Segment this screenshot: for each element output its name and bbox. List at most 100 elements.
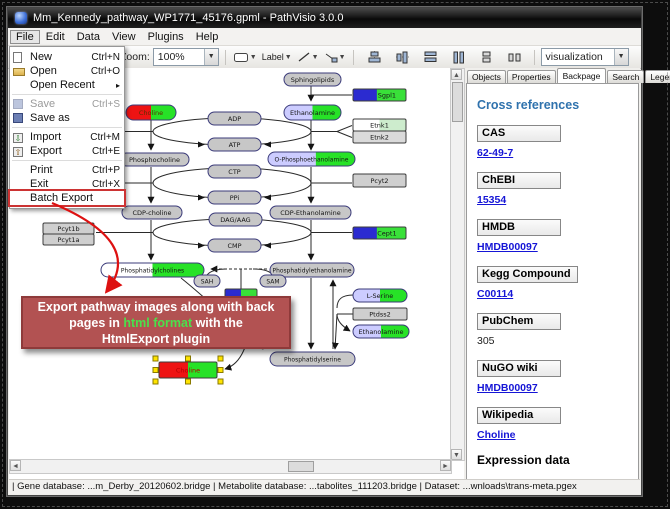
menu-icon-placeholder — [13, 165, 28, 176]
tab-objects[interactable]: Objects — [467, 70, 506, 83]
svg-text:Pcyt1b: Pcyt1b — [57, 225, 79, 233]
chevron-down-icon[interactable]: ▼ — [614, 49, 628, 65]
scroll-down-icon[interactable]: ▼ — [451, 449, 462, 460]
chevron-down-icon[interactable]: ▼ — [339, 54, 346, 61]
cross-reference-link[interactable]: 15354 — [477, 194, 628, 206]
tab-legend[interactable]: Legend — [645, 70, 670, 83]
scroll-right-icon[interactable]: ► — [440, 460, 451, 471]
menu-data[interactable]: Data — [71, 30, 106, 44]
backpage-section-pubchem: PubChem305 — [477, 311, 628, 347]
node-phosphocholine[interactable]: Phosphocholine — [120, 153, 189, 166]
cross-reference-link[interactable]: Choline — [477, 429, 628, 441]
node-phosphatidylcholines[interactable]: Phosphatidylcholines — [101, 263, 204, 277]
file-menu-item-import[interactable]: ⇩ImportCtrl+M — [10, 130, 124, 144]
node-choline-top[interactable]: Choline — [126, 105, 176, 120]
tab-properties[interactable]: Properties — [507, 70, 556, 83]
file-menu-item-exit[interactable]: ExitCtrl+X — [10, 177, 124, 191]
selection-handle[interactable] — [153, 379, 158, 384]
node-l-serine[interactable]: L-Serine — [353, 289, 407, 302]
node-sah[interactable]: SAH — [194, 275, 220, 287]
stack-vertical-button[interactable] — [478, 49, 495, 65]
svg-text:O-Phosphoethanolamine: O-Phosphoethanolamine — [275, 156, 349, 163]
cross-reference-link[interactable]: HMDB00097 — [477, 382, 628, 394]
selection-handle[interactable] — [186, 356, 191, 361]
file-menu-item-save-as[interactable]: Save as — [10, 111, 124, 125]
selection-handle[interactable] — [153, 356, 158, 361]
node-o-phosphoethanolamine[interactable]: O-Phosphoethanolamine — [268, 152, 355, 166]
node-adp[interactable]: ADP — [208, 112, 261, 125]
chevron-down-icon[interactable]: ▼ — [285, 54, 292, 61]
node-choline-selected[interactable]: Choline — [153, 356, 223, 384]
selection-handle[interactable] — [186, 379, 191, 384]
node-etnk2[interactable]: Etnk2 — [353, 131, 406, 143]
node-sgpl1[interactable]: Sgpl1 — [353, 89, 406, 101]
common-height-button[interactable] — [450, 49, 467, 65]
selection-handle[interactable] — [218, 379, 223, 384]
canvas-vertical-scrollbar[interactable]: ▲ ▼ — [450, 68, 465, 461]
node-atp[interactable]: ATP — [208, 138, 261, 151]
node-ethanolamine-bottom[interactable]: Ethanolamine — [353, 325, 409, 338]
selection-handle[interactable] — [218, 356, 223, 361]
scroll-up-icon[interactable]: ▲ — [451, 69, 462, 80]
menu-edit[interactable]: Edit — [40, 30, 71, 44]
menu-item-shortcut: Ctrl+P — [92, 165, 120, 176]
vertical-scroll-thumb[interactable] — [452, 82, 463, 122]
menu-plugins[interactable]: Plugins — [142, 30, 190, 44]
node-cdp-choline[interactable]: CDP-choline — [122, 206, 182, 219]
file-menu-item-print[interactable]: PrintCtrl+P — [10, 163, 124, 177]
node-pcyt1a[interactable]: Pcyt1a — [43, 234, 94, 245]
file-menu-item-save[interactable]: SaveCtrl+S — [10, 97, 124, 111]
node-etnk1[interactable]: Etnk1 — [353, 119, 406, 131]
selection-handle[interactable] — [218, 368, 223, 373]
align-vertical-center-button[interactable] — [394, 49, 411, 65]
node-cdp-ethanolamine[interactable]: CDP-Ethanolamine — [270, 206, 351, 219]
node-pcyt1b[interactable]: Pcyt1b — [43, 223, 94, 234]
node-pcyt2[interactable]: Pcyt2 — [353, 174, 406, 187]
zoom-select[interactable]: 100% ▼ — [153, 48, 219, 66]
common-width-button[interactable] — [422, 49, 439, 65]
file-menu-item-export[interactable]: ⇧ExportCtrl+E — [10, 144, 124, 158]
node-phosphatidylserine[interactable]: Phosphatidylserine — [270, 352, 355, 366]
tab-search[interactable]: Search — [607, 70, 644, 83]
node-sam[interactable]: SAM — [260, 275, 286, 287]
menu-help[interactable]: Help — [190, 30, 225, 44]
menu-view[interactable]: View — [106, 30, 142, 44]
node-ctp[interactable]: CTP — [208, 165, 261, 178]
svg-text:SAM: SAM — [266, 278, 279, 285]
menu-file[interactable]: File — [10, 30, 40, 44]
pathvisio-app-icon — [15, 12, 27, 24]
node-phosphatidylethanolamine[interactable]: Phosphatidylethanolamine — [270, 263, 354, 277]
title-bar[interactable]: Mm_Kennedy_pathway_WP1771_45176.gpml - P… — [8, 8, 641, 28]
file-menu-item-open-recent[interactable]: Open Recent▸ — [10, 78, 124, 92]
node-ptdss2[interactable]: Ptdss2 — [353, 308, 407, 320]
file-menu-item-new[interactable]: NewCtrl+N — [10, 50, 124, 64]
node-sphingolipids[interactable]: Sphingolipids — [284, 73, 341, 86]
cross-reference-link[interactable]: HMDB00097 — [477, 241, 628, 253]
visualization-select[interactable]: visualization ▼ — [541, 48, 629, 66]
chevron-down-icon[interactable]: ▼ — [250, 54, 257, 61]
file-menu-item-open[interactable]: OpenCtrl+O — [10, 64, 124, 78]
stack-horizontal-button[interactable] — [506, 49, 523, 65]
node-cept1[interactable]: Cept1 — [353, 227, 406, 239]
cross-reference-link[interactable]: C00114 — [477, 288, 628, 300]
chevron-down-icon[interactable]: ▼ — [312, 54, 319, 61]
canvas-horizontal-scrollbar[interactable]: ◄ ► — [9, 459, 452, 474]
node-ppi[interactable]: PPi — [208, 191, 261, 204]
tab-backpage[interactable]: Backpage — [557, 68, 607, 83]
node-dag-aag[interactable]: DAG/AAG — [209, 213, 262, 226]
new-line-button[interactable]: ▼ — [296, 50, 320, 64]
menu-item-shortcut: Ctrl+X — [92, 179, 120, 190]
align-horizontal-center-button[interactable] — [366, 49, 383, 65]
chevron-down-icon[interactable]: ▼ — [204, 49, 218, 65]
node-ethanolamine-top[interactable]: Ethanolamine — [284, 105, 341, 120]
stack-vertical-icon — [479, 50, 494, 64]
new-datanode-button[interactable]: ▼ — [232, 50, 258, 64]
horizontal-scroll-thumb[interactable] — [288, 461, 314, 472]
cross-reference-link[interactable]: 62-49-7 — [477, 147, 628, 159]
new-shape-button[interactable]: ▼ — [323, 50, 347, 64]
new-label-button[interactable]: Label ▼ — [261, 51, 293, 63]
file-menu-item-batch-export[interactable]: Batch Export — [10, 191, 124, 205]
node-cmp[interactable]: CMP — [208, 239, 261, 252]
scroll-left-icon[interactable]: ◄ — [10, 460, 21, 471]
selection-handle[interactable] — [153, 368, 158, 373]
